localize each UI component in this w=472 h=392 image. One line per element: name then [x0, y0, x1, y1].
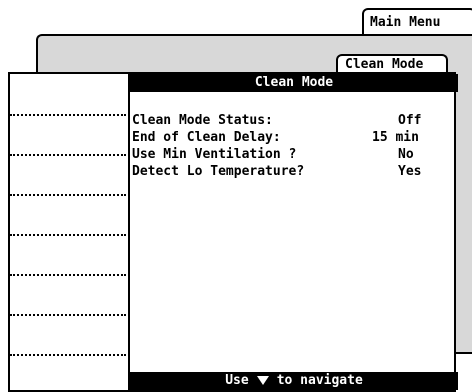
setting-value: 15 min: [372, 130, 419, 145]
side-menu-slot-7[interactable]: [10, 354, 126, 356]
down-arrow-icon: [256, 376, 269, 385]
setting-row-end-of-clean-delay[interactable]: End of Clean Delay: 15 min: [132, 129, 454, 146]
tab-clean-mode[interactable]: Clean Mode: [336, 54, 448, 74]
tab-clean-mode-label: Clean Mode: [345, 57, 424, 72]
setting-row-clean-mode-status[interactable]: Clean Mode Status: Off: [132, 112, 454, 129]
navigation-hint: Use to navigate: [130, 372, 458, 390]
settings-screen: Clean Mode Clean Mode Status: Off End of…: [128, 74, 458, 390]
tab-main-menu[interactable]: Main Menu: [362, 8, 472, 36]
setting-row-detect-lo-temperature[interactable]: Detect Lo Temperature? Yes: [132, 163, 454, 180]
nav-hint-suffix: to navigate: [276, 373, 363, 388]
screen-title: Clean Mode: [130, 74, 458, 92]
side-menu-slot-6[interactable]: [10, 314, 126, 316]
nav-hint-prefix: Use: [225, 373, 249, 388]
setting-value: Off: [398, 113, 422, 128]
side-menu: [10, 74, 128, 392]
side-menu-slot-4[interactable]: [10, 234, 126, 236]
clean-mode-panel: Clean Mode Clean Mode Status: Off End of…: [8, 72, 458, 392]
side-menu-slot-3[interactable]: [10, 194, 126, 196]
setting-label: End of Clean Delay:: [132, 130, 281, 145]
side-menu-slot-2[interactable]: [10, 154, 126, 156]
setting-row-use-min-ventilation[interactable]: Use Min Ventilation ? No: [132, 146, 454, 163]
setting-value: Yes: [398, 164, 422, 179]
setting-value: No: [398, 147, 414, 162]
side-menu-slot-1[interactable]: [10, 114, 126, 116]
tab-main-menu-label: Main Menu: [370, 15, 441, 30]
setting-label: Use Min Ventilation ?: [132, 147, 297, 162]
setting-label: Clean Mode Status:: [132, 113, 273, 128]
side-menu-slot-5[interactable]: [10, 274, 126, 276]
screen-title-text: Clean Mode: [254, 75, 334, 90]
setting-label: Detect Lo Temperature?: [132, 164, 305, 179]
